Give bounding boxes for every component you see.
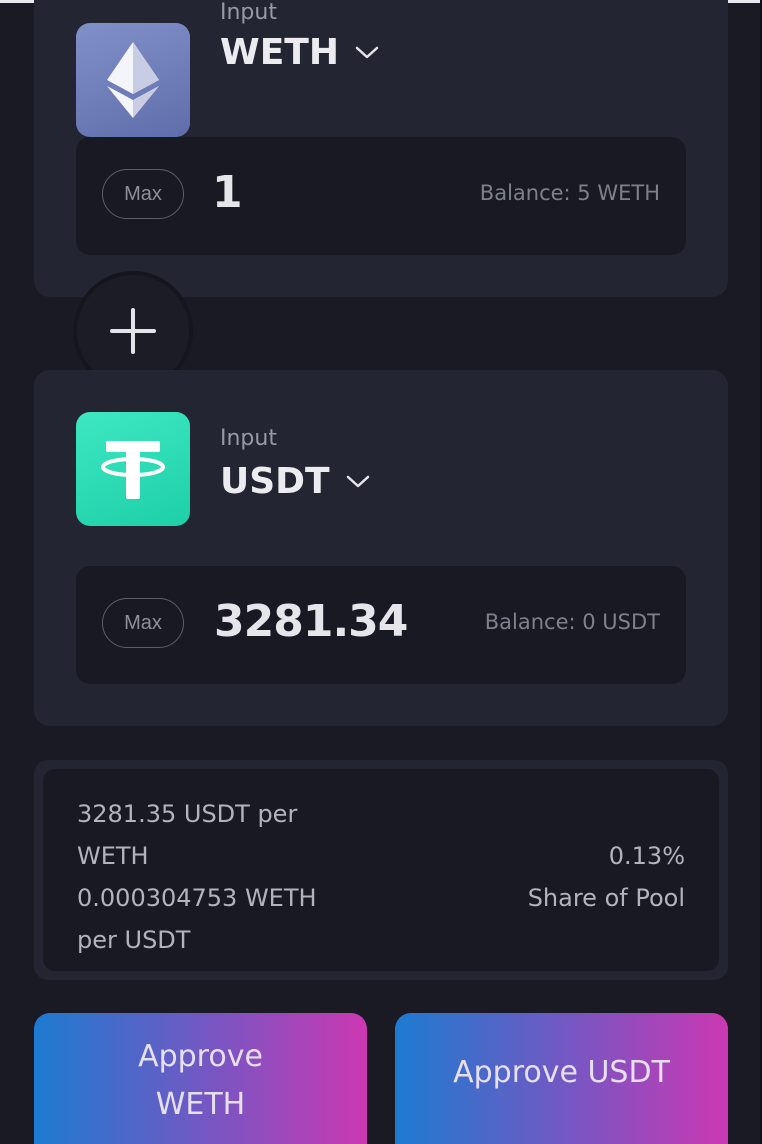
pool-share-label: Share of Pool xyxy=(527,884,685,912)
ethereum-icon[interactable] xyxy=(76,23,190,137)
token-b-card: Input USDT Max 3281.34 Balance: 0 USDT xyxy=(34,370,728,726)
token-a-card: Input WETH Max 1 Balance: 5 WETH xyxy=(34,0,728,297)
tether-glyph xyxy=(101,441,165,499)
token-b-select[interactable]: USDT xyxy=(220,461,370,502)
token-b-max-button[interactable]: Max xyxy=(102,598,184,648)
approve-weth-button[interactable]: Approve WETH xyxy=(34,1013,367,1144)
token-b-label: Input xyxy=(220,426,277,451)
approve-usdt-button[interactable]: Approve USDT xyxy=(395,1013,728,1144)
price-b-line1: 0.000304753 WETH xyxy=(77,884,317,912)
plus-icon xyxy=(110,308,156,354)
chevron-down-icon xyxy=(346,475,370,489)
approve-usdt-label: Approve USDT xyxy=(453,1054,670,1090)
price-info: 3281.35 USDT per WETH 0.000304753 WETH p… xyxy=(77,793,377,961)
chevron-down-icon xyxy=(355,46,379,60)
token-a-max-button[interactable]: Max xyxy=(102,169,184,219)
price-b-line2: per USDT xyxy=(77,926,191,954)
approve-weth-line2: WETH xyxy=(155,1087,246,1122)
token-a-amount-box: Max 1 Balance: 5 WETH xyxy=(76,137,686,255)
token-a-symbol: WETH xyxy=(220,32,339,73)
token-b-amount-box: Max 3281.34 Balance: 0 USDT xyxy=(76,566,686,684)
token-b-symbol: USDT xyxy=(220,461,330,502)
tether-icon[interactable] xyxy=(76,412,190,526)
token-a-balance: Balance: 5 WETH xyxy=(479,181,660,205)
token-b-balance: Balance: 0 USDT xyxy=(484,610,660,634)
ethereum-glyph xyxy=(107,42,159,118)
pool-share-info: 0.13% Share of Pool xyxy=(528,835,685,919)
token-a-amount-input[interactable]: 1 xyxy=(212,167,243,218)
token-b-amount-input[interactable]: 3281.34 xyxy=(214,596,408,647)
token-a-label: Input xyxy=(220,0,277,25)
add-liquidity-screen: Input WETH Max 1 Balance: 5 WETH Input U… xyxy=(0,0,762,1144)
approve-weth-label: Approve WETH xyxy=(138,1033,263,1129)
pool-info-inner: 3281.35 USDT per WETH 0.000304753 WETH p… xyxy=(43,769,719,971)
pool-info-panel: 3281.35 USDT per WETH 0.000304753 WETH p… xyxy=(34,760,728,980)
price-a-line2: WETH xyxy=(77,842,149,870)
token-a-select[interactable]: WETH xyxy=(220,32,379,73)
approve-weth-line1: Approve xyxy=(138,1039,263,1074)
pool-share-value: 0.13% xyxy=(608,842,685,870)
price-a-line1: 3281.35 USDT per xyxy=(77,800,298,828)
